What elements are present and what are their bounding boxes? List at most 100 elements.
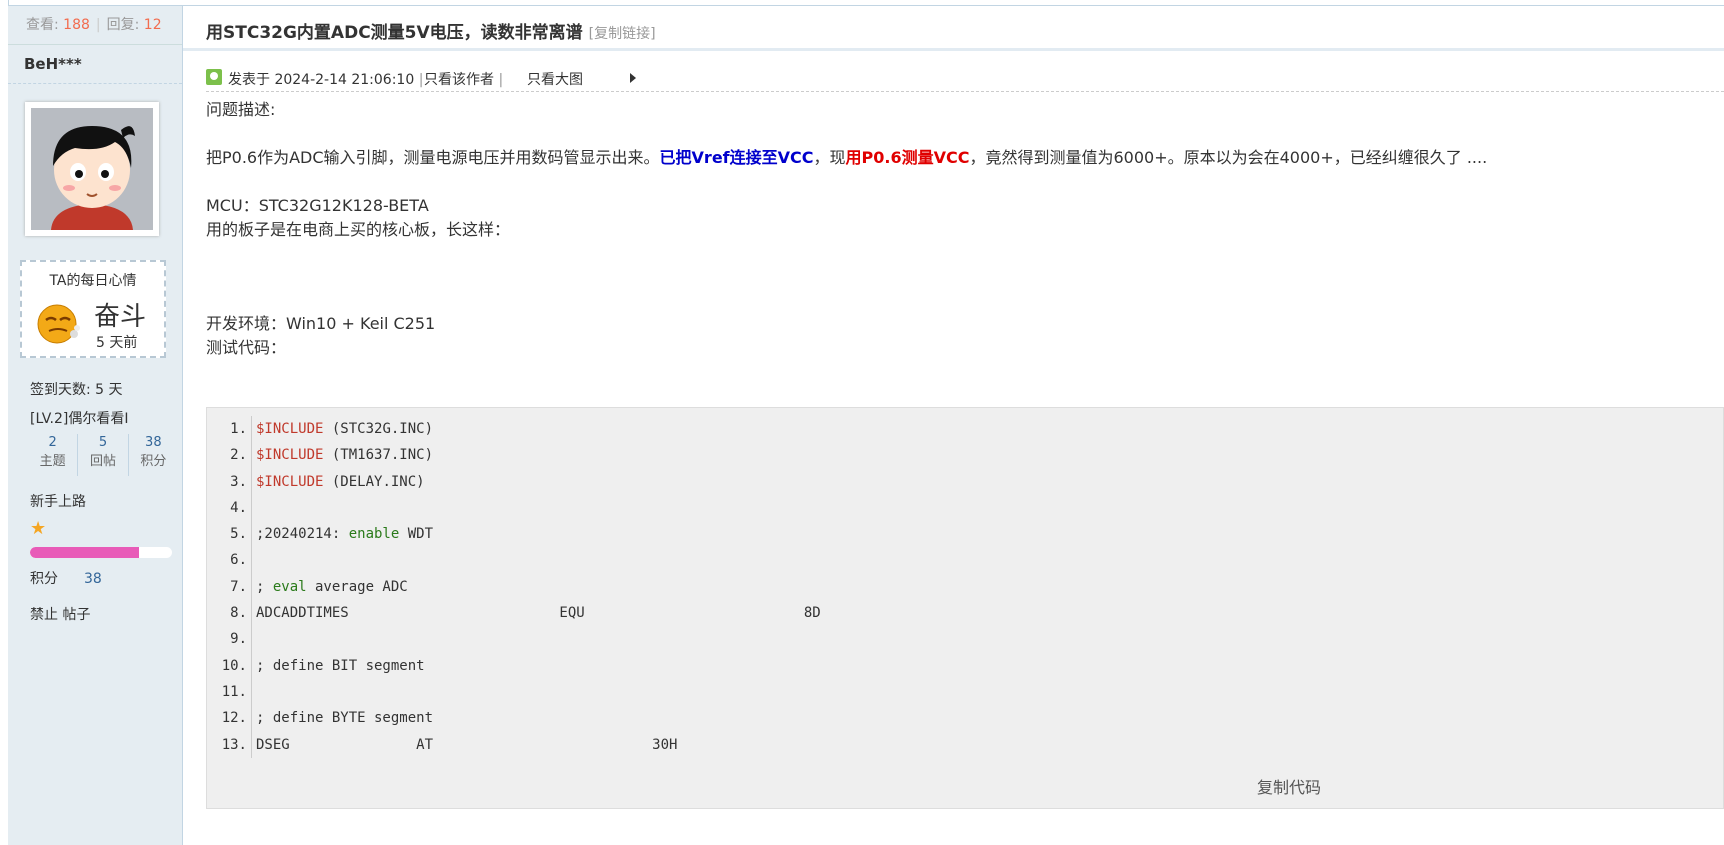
- signin-days: 签到天数: 5 天: [30, 382, 123, 398]
- problem-label: 问题描述:: [206, 100, 276, 119]
- stat-threads-num[interactable]: 2: [28, 434, 77, 452]
- stat-replies[interactable]: 5 回帖: [77, 434, 127, 476]
- code-token: ; define BYTE segment: [256, 710, 434, 727]
- code-line-content: ; define BIT segment: [251, 652, 425, 679]
- code-line-number: 7.: [230, 578, 247, 595]
- code-line-number: 5.: [230, 526, 247, 543]
- views-count: 188: [63, 17, 90, 33]
- para1-blue-highlight: 已把Vref连接至VCC: [659, 148, 814, 167]
- avatar-image: [31, 108, 153, 230]
- user-rank[interactable]: 新手上路: [30, 491, 86, 511]
- rank-star-icon: ★: [30, 518, 47, 539]
- code-line-content: ; define BYTE segment: [251, 705, 434, 732]
- posted-time-text: 发表于 2024-2-14 21:06:10: [228, 72, 415, 88]
- code-line-content: [251, 547, 256, 574]
- thread-title-text: 用STC32G内置ADC测量5V电压，读数非常离谱: [206, 23, 583, 43]
- code-line-number: 12.: [221, 710, 247, 727]
- author-name[interactable]: BeH***: [8, 45, 182, 84]
- board-line: 用的板子是在电商上买的核心板，长这样：: [206, 220, 511, 239]
- code-token: enable: [348, 526, 400, 543]
- post-meta: 发表于 2024-2-14 21:06:10 | 只看该作者 | 只看大图: [206, 63, 1724, 92]
- code-line: 8. ADCADDTIMES EQU 8D: [207, 600, 1723, 627]
- code-line-number: 10.: [221, 657, 247, 674]
- code-token: $INCLUDE: [256, 447, 324, 464]
- problem-description: 把P0.6作为ADC输入引脚，测量电源电压并用数码管显示出来。已把Vref连接至…: [206, 144, 1487, 168]
- code-token: (STC32G.INC): [323, 421, 434, 437]
- only-author-label[interactable]: 只看该作者: [424, 72, 494, 88]
- code-line-content: $INCLUDE (STC32G.INC): [251, 416, 434, 443]
- post-main: 用STC32G内置ADC测量5V电压，读数非常离谱 [复制链接] 发表于 2024…: [183, 5, 1724, 844]
- title-bar: 用STC32G内置ADC测量5V电压，读数非常离谱 [复制链接]: [183, 5, 1724, 51]
- code-line-content: ADCADDTIMES EQU 8D: [251, 600, 821, 627]
- code-token: $INCLUDE: [256, 473, 324, 490]
- replies-count: 12: [143, 17, 162, 33]
- thread-title: 用STC32G内置ADC测量5V电压，读数非常离谱 [复制链接]: [206, 18, 656, 43]
- code-line: 1. $INCLUDE (STC32G.INC): [207, 416, 1723, 443]
- code-token: (TM1637.INC): [323, 447, 434, 464]
- code-token: WDT: [399, 526, 434, 543]
- ban-post-link[interactable]: 禁止 帖子: [30, 604, 90, 624]
- rank-progress-bar: [30, 547, 172, 558]
- code-line-number: 4.: [230, 499, 247, 516]
- code-line-content: [251, 678, 256, 706]
- mcu-line: MCU：STC32G12K128-BETA: [206, 196, 429, 215]
- points-value: 38: [84, 571, 102, 587]
- code-line: 7.; eval average ADC: [207, 573, 1723, 601]
- views-label: 查看:: [26, 17, 59, 33]
- code-token: ADCADDTIMES EQU 8D: [256, 605, 821, 622]
- code-line-content: $INCLUDE (TM1637.INC): [251, 442, 434, 469]
- stat-points[interactable]: 38 积分: [127, 434, 178, 476]
- mood-face-icon: [37, 304, 80, 344]
- stat-threads-label: 主题: [39, 454, 66, 469]
- replies-label: 回复:: [106, 17, 140, 33]
- stat-points-num[interactable]: 38: [129, 434, 178, 452]
- code-line-content: [251, 494, 256, 522]
- points-row: 积分 38: [30, 568, 102, 588]
- rank-progress-fill: [30, 547, 140, 558]
- code-line-content: [251, 626, 256, 653]
- stat-replies-label: 回帖: [89, 454, 116, 469]
- code-lines: 1. $INCLUDE (STC32G.INC) 2. $INCLUDE (TM163…: [207, 416, 1723, 758]
- code-token: average ADC: [306, 578, 408, 595]
- posted-time: 发表于 2024-2-14 21:06:10 |: [228, 72, 424, 88]
- para1-part-b: ，现: [813, 148, 846, 167]
- code-line-content: $INCLUDE (DELAY.INC): [251, 468, 425, 495]
- code-line-content: ; eval average ADC: [251, 573, 408, 601]
- thread-stats: 查看: 188 | 回复: 12: [8, 6, 182, 45]
- code-line-content: DSEG AT 30H: [251, 731, 678, 758]
- code-line: 10. ; define BIT segment: [207, 652, 1723, 679]
- author-sidebar: 查看: 188 | 回复: 12 BeH*** TA的每日心情 奋斗 5 天前 …: [8, 5, 183, 845]
- code-line-number: 3.: [230, 473, 247, 490]
- user-level[interactable]: [LV.2]偶尔看看I: [30, 408, 128, 428]
- code-line: 13. DSEG AT 30H: [207, 731, 1723, 758]
- only-big-image-link[interactable]: 只看大图: [527, 69, 583, 89]
- code-token: (DELAY.INC): [323, 473, 425, 490]
- daily-mood: TA的每日心情 奋斗 5 天前: [20, 260, 166, 358]
- code-token: DSEG AT 30H: [256, 736, 678, 753]
- code-token: ; define BIT segment: [256, 657, 425, 674]
- only-author-link[interactable]: 只看该作者 |: [424, 69, 503, 89]
- para1-part-c: ，竟然得到测量值为6000+。原本以为会在4000+，已经纠缠很久了 ....: [969, 148, 1488, 167]
- code-token: eval: [272, 578, 307, 595]
- stat-points-label: 积分: [140, 454, 167, 469]
- mood-title: TA的每日心情: [49, 273, 137, 289]
- avatar[interactable]: [25, 102, 159, 236]
- para1-part-a: 把P0.6作为ADC输入引脚，测量电源电压并用数码管显示出来。: [206, 148, 660, 167]
- test-code-label: 测试代码：: [206, 338, 287, 357]
- copy-code-button[interactable]: 复制代码: [1257, 774, 1321, 798]
- mood-text: 奋斗: [94, 302, 147, 332]
- code-line: 9.: [207, 626, 1723, 653]
- copy-link-button[interactable]: [复制链接]: [589, 26, 656, 42]
- para1-red-highlight: 用P0.6测量VCC: [845, 148, 970, 167]
- code-token: ;20240214:: [256, 526, 349, 543]
- code-token: $INCLUDE: [256, 421, 324, 437]
- code-line-number: 2.: [230, 447, 247, 464]
- stat-replies-num[interactable]: 5: [78, 434, 127, 452]
- stat-threads[interactable]: 2 主题: [28, 434, 77, 476]
- env-line: 开发环境：Win10 + Keil C251: [206, 314, 436, 333]
- code-line: 6.: [207, 547, 1723, 574]
- code-line-number: 1.: [230, 421, 247, 437]
- expand-arrow-icon[interactable]: [630, 73, 636, 83]
- code-line-number: 6.: [230, 552, 247, 569]
- code-line: 5. ;20240214: enable WDT: [207, 521, 1723, 548]
